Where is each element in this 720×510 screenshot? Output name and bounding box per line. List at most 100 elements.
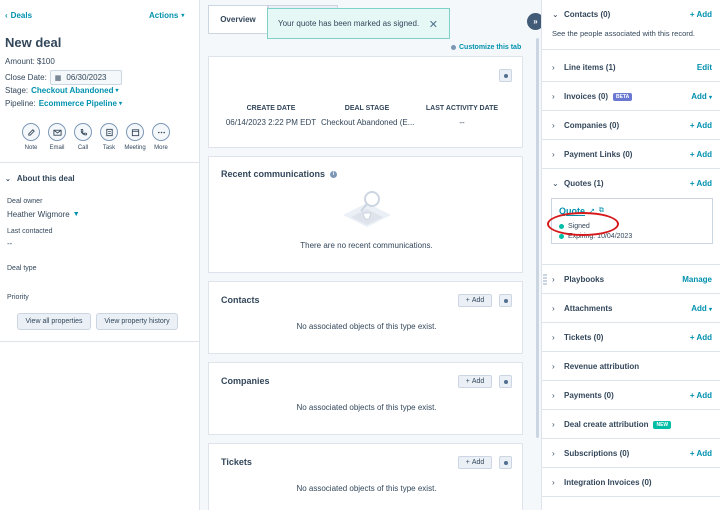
tickets-add-button[interactable]: + Add [458,456,492,469]
new-badge: NEW [653,420,672,429]
integration-invoices-title[interactable]: Integration Invoices (0) [564,478,652,487]
contacts-empty: No associated objects of this type exist… [296,322,437,331]
contacts-section-title[interactable]: Contacts (0) [564,10,610,19]
tab-overview[interactable]: Overview [208,5,268,34]
deal-create-attribution-title[interactable]: Deal create attribution NEW [564,420,672,429]
chevron-right-icon[interactable]: › [552,391,555,400]
note-button[interactable]: Note [22,123,40,151]
chevron-right-icon[interactable]: › [552,333,555,342]
chevron-right-icon[interactable]: › [552,275,555,284]
chevron-down-icon: ▾ [118,101,122,107]
view-all-properties-button[interactable]: View all properties [17,313,91,330]
companies-section: › Companies (0) + Add [542,111,720,140]
meeting-button[interactable]: Meeting [124,123,146,151]
chevron-down-icon: ▾ [708,307,712,313]
back-to-deals-link[interactable]: ‹ Deals [5,11,32,20]
more-icon [152,123,170,141]
companies-empty: No associated objects of this type exist… [296,403,437,412]
quotes-add-link[interactable]: + Add [690,179,712,188]
subscriptions-add-link[interactable]: + Add [690,449,712,458]
chevron-right-icon[interactable]: › [552,362,555,371]
invoices-title[interactable]: Invoices (0) BETA [564,92,633,101]
task-button[interactable]: Task [100,123,118,151]
playbooks-title[interactable]: Playbooks [564,275,604,284]
attachments-add-menu[interactable]: Add ▾ [691,304,712,313]
chevron-right-icon[interactable]: › [552,449,555,458]
companies-add-button[interactable]: + Add [458,375,492,388]
priority-label: Priority [7,294,29,301]
settings-icon[interactable] [499,456,512,469]
chevron-down-icon[interactable]: ⌄ [552,179,559,188]
companies-title[interactable]: Companies (0) [564,121,619,130]
tickets-add-link[interactable]: + Add [690,333,712,342]
chevron-right-icon[interactable]: › [552,63,555,72]
plus-icon: + [465,378,470,385]
attachments-add-label: Add [691,304,707,313]
integration-invoices-section: › Integration Invoices (0) [542,468,720,497]
tickets-title[interactable]: Tickets (0) [564,333,603,342]
info-icon[interactable]: i [330,170,338,178]
close-icon[interactable]: ✕ [429,18,438,31]
contacts-add-link[interactable]: + Add [690,10,712,19]
contacts-add-button[interactable]: + Add [458,294,492,307]
playbooks-manage-link[interactable]: Manage [682,275,712,284]
quotes-title[interactable]: Quotes (1) [564,179,604,188]
chevron-down-icon[interactable]: ⌄ [552,10,559,19]
payments-add-link[interactable]: + Add [690,391,712,400]
drag-handle-icon[interactable] [543,273,547,287]
attachments-title[interactable]: Attachments [564,304,612,313]
note-label: Note [24,145,38,151]
close-date-field: Close Date: ▦ 06/30/2023 [5,70,122,85]
tickets-card-title: Tickets [221,457,252,467]
last-contacted-label: Last contacted [7,228,53,235]
revenue-attribution-title[interactable]: Revenue attribution [564,362,639,371]
view-property-history-button[interactable]: View property history [96,313,178,330]
companies-add-link[interactable]: + Add [690,121,712,130]
call-label: Call [77,145,89,151]
email-button[interactable]: Email [48,123,66,151]
chevron-right-icon[interactable]: › [552,150,555,159]
success-toast: Your quote has been marked as signed. ✕ [267,8,450,39]
actions-menu[interactable]: Actions ▾ [149,11,184,20]
settings-icon[interactable] [499,375,512,388]
close-date-input[interactable]: ▦ 06/30/2023 [49,70,122,85]
deal-stage-header: DEAL STAGE [344,105,390,112]
playbooks-section: › Playbooks Manage [542,265,720,294]
chevron-right-icon[interactable]: › [552,92,555,101]
recent-communications-empty: There are no recent communications. [300,241,433,250]
payment-links-add-link[interactable]: + Add [690,150,712,159]
settings-icon[interactable] [499,294,512,307]
activity-buttons: Note Email Call Task Meeting More [22,123,170,151]
task-label: Task [102,145,116,151]
invoices-add-menu[interactable]: Add ▾ [691,92,712,101]
line-items-title[interactable]: Line items (1) [564,63,616,72]
stage-dropdown[interactable]: Checkout Abandoned ▾ [31,86,118,95]
pipeline-label: Pipeline: [5,99,36,108]
amount-field[interactable]: Amount: $100 [5,57,55,66]
meeting-label: Meeting [124,145,146,151]
settings-icon[interactable] [499,69,512,82]
deal-owner-value: Heather Wigmore [7,210,70,219]
deal-owner-label: Deal owner [7,198,43,205]
line-items-edit-link[interactable]: Edit [697,63,712,72]
tab-overview-label: Overview [220,15,256,24]
call-button[interactable]: Call [74,123,92,151]
deal-stage-value: Checkout Abandoned (E... [321,118,415,127]
pipeline-dropdown[interactable]: Ecommerce Pipeline ▾ [39,99,122,108]
chevron-right-icon[interactable]: › [552,478,555,487]
about-section-toggle[interactable]: ⌄ About this deal [5,174,75,183]
scrollbar[interactable] [536,38,539,438]
chevron-right-icon[interactable]: › [552,121,555,130]
chevron-down-icon: ▾ [181,13,185,19]
pencil-icon [22,123,40,141]
chevron-right-icon[interactable]: › [552,304,555,313]
chevron-right-icon[interactable]: › [552,420,555,429]
stage-value: Checkout Abandoned [31,86,114,95]
payment-links-title[interactable]: Payment Links (0) [564,150,632,159]
subscriptions-title[interactable]: Subscriptions (0) [564,449,629,458]
customize-tab-link[interactable]: Customize this tab [451,44,521,51]
divider [0,341,200,342]
payments-title[interactable]: Payments (0) [564,391,614,400]
more-button[interactable]: More [152,123,170,151]
deal-owner-dropdown[interactable]: Heather Wigmore ▼ [7,210,80,219]
